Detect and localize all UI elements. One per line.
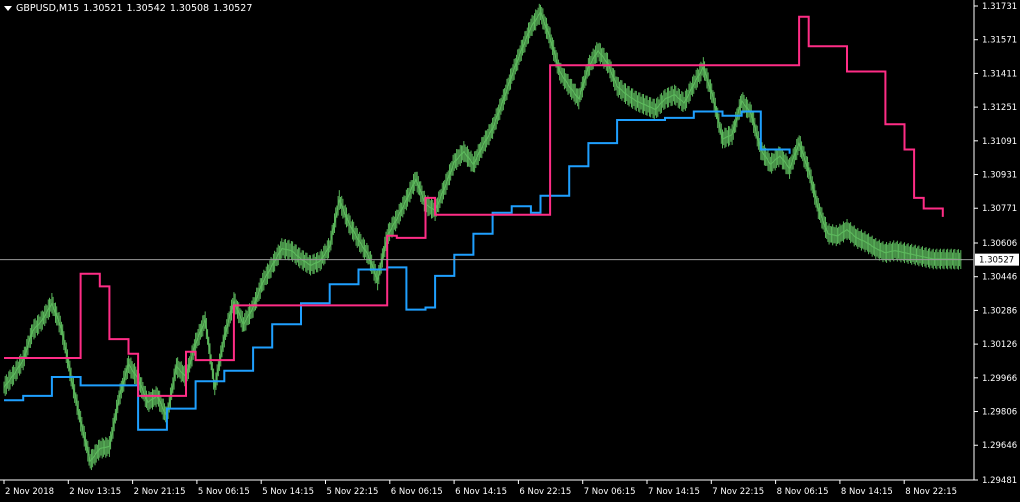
y-tick-label: 1.29481 [982, 476, 1017, 486]
current-price-label: 1.30527 [979, 256, 1014, 266]
y-tick-label: 1.30606 [982, 239, 1017, 249]
y-tick-label: 1.31731 [982, 2, 1017, 12]
price-chart[interactable]: 1.31731 1.31571 1.31411 1.31251 1.31091 1.309… [0, 0, 1020, 502]
x-tick-label: 7 Nov 06:15 [584, 487, 636, 497]
x-tick-label: 6 Nov 06:15 [391, 487, 443, 497]
y-tick-label: 1.31571 [982, 36, 1017, 46]
x-tick-label: 7 Nov 14:15 [648, 487, 700, 497]
y-tick-label: 1.29966 [982, 374, 1017, 384]
x-tick-label: 8 Nov 14:15 [841, 487, 893, 497]
x-tick-label: 6 Nov 22:15 [519, 487, 571, 497]
x-tick-label: 8 Nov 22:15 [905, 487, 957, 497]
x-tick-label: 5 Nov 22:15 [327, 487, 379, 497]
y-tick-label: 1.30286 [982, 306, 1017, 316]
y-tick-label: 1.30931 [982, 171, 1017, 181]
x-tick-label: 2 Nov 13:15 [69, 487, 121, 497]
x-tick-label: 7 Nov 22:15 [712, 487, 764, 497]
y-tick-label: 1.29806 [982, 408, 1017, 418]
x-tick-label: 8 Nov 06:15 [777, 487, 829, 497]
y-tick-label: 1.30771 [982, 204, 1017, 214]
resistance-step-line [4, 15, 944, 397]
x-tick-label: 5 Nov 06:15 [198, 487, 250, 497]
y-tick-label: 1.31251 [982, 103, 1017, 113]
x-tick-label: 6 Nov 14:15 [455, 487, 507, 497]
price-bars-series [3, 11, 963, 463]
x-tick-label: 2 Nov 21:15 [134, 487, 186, 497]
y-tick-label: 1.30126 [982, 340, 1017, 350]
x-tick-label: 2 Nov 2018 [5, 487, 54, 497]
y-tick-label: 1.29646 [982, 441, 1017, 451]
y-tick-label: 1.31091 [982, 137, 1017, 147]
x-tick-label: 5 Nov 14:15 [262, 487, 314, 497]
y-tick-label: 1.30446 [982, 273, 1017, 283]
y-tick-label: 1.31411 [982, 69, 1017, 79]
